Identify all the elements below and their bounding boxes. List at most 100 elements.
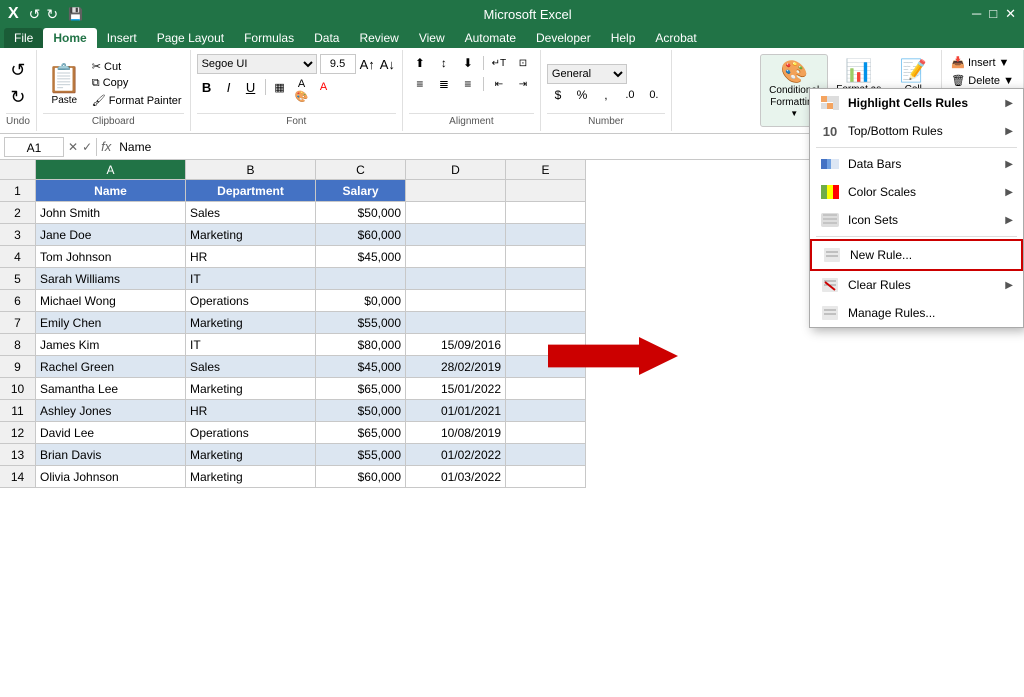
cut-btn[interactable]: ✂ Cut <box>90 59 184 74</box>
decrease-font-btn[interactable]: A↓ <box>379 56 396 73</box>
insert-cells-btn[interactable]: 📥 Insert ▼ <box>948 54 1017 71</box>
cell[interactable]: David Lee <box>36 422 186 444</box>
bold-btn[interactable]: B <box>197 77 217 97</box>
cell[interactable]: HR <box>186 400 316 422</box>
cell[interactable] <box>506 290 586 312</box>
font-name-select[interactable]: Segoe UI <box>197 54 317 74</box>
cell[interactable]: $50,000 <box>316 400 406 422</box>
cell[interactable]: 01/03/2022 <box>406 466 506 488</box>
cell[interactable]: $65,000 <box>316 378 406 400</box>
cell[interactable]: Michael Wong <box>36 290 186 312</box>
redo-btn[interactable]: ↻ <box>46 6 58 23</box>
cell[interactable] <box>506 202 586 224</box>
cell[interactable]: Operations <box>186 422 316 444</box>
cell[interactable] <box>406 268 506 290</box>
cell[interactable]: 15/09/2016 <box>406 334 506 356</box>
cell[interactable]: Sarah Williams <box>36 268 186 290</box>
cell[interactable]: Rachel Green <box>36 356 186 378</box>
cell[interactable]: Salary <box>316 180 406 202</box>
font-color-btn[interactable]: A <box>314 77 334 97</box>
formula-confirm-icon[interactable]: ✓ <box>82 140 92 154</box>
cell[interactable] <box>506 444 586 466</box>
tab-data[interactable]: Data <box>304 28 349 48</box>
tab-home[interactable]: Home <box>43 28 96 48</box>
manage-rules-item[interactable]: Manage Rules... <box>810 299 1023 327</box>
cell[interactable] <box>506 422 586 444</box>
cell[interactable] <box>506 312 586 334</box>
col-header-e[interactable]: E <box>506 160 586 180</box>
cell[interactable]: $55,000 <box>316 444 406 466</box>
tab-formulas[interactable]: Formulas <box>234 28 304 48</box>
cell[interactable] <box>506 378 586 400</box>
cell[interactable]: IT <box>186 268 316 290</box>
data-bars-item[interactable]: Data Bars ▶ <box>810 150 1023 178</box>
border-btn[interactable]: ▦ <box>270 77 290 97</box>
tab-developer[interactable]: Developer <box>526 28 601 48</box>
tab-view[interactable]: View <box>409 28 455 48</box>
currency-btn[interactable]: $ <box>547 86 569 104</box>
cell[interactable]: $60,000 <box>316 224 406 246</box>
cell[interactable]: Department <box>186 180 316 202</box>
cell[interactable] <box>506 180 586 202</box>
redo-ribbon-btn[interactable]: ↻ <box>8 85 27 110</box>
tab-review[interactable]: Review <box>349 28 408 48</box>
tab-automate[interactable]: Automate <box>455 28 526 48</box>
increase-decimal-btn[interactable]: .0 <box>619 86 641 104</box>
cell[interactable]: Marketing <box>186 312 316 334</box>
col-header-a[interactable]: A <box>36 160 186 180</box>
cell[interactable]: Samantha Lee <box>36 378 186 400</box>
cell[interactable] <box>406 180 506 202</box>
italic-btn[interactable]: I <box>219 77 239 97</box>
cell[interactable]: $50,000 <box>316 202 406 224</box>
tab-insert[interactable]: Insert <box>97 28 147 48</box>
cell[interactable]: James Kim <box>36 334 186 356</box>
tab-acrobat[interactable]: Acrobat <box>645 28 706 48</box>
save-icon[interactable]: 💾 <box>68 7 83 21</box>
cell[interactable]: 28/02/2019 <box>406 356 506 378</box>
align-bottom-btn[interactable]: ⬇ <box>457 54 479 72</box>
cell[interactable] <box>506 466 586 488</box>
cell[interactable] <box>316 268 406 290</box>
cell[interactable]: 10/08/2019 <box>406 422 506 444</box>
highlight-cells-rules-item[interactable]: Highlight Cells Rules ▶ <box>810 89 1023 117</box>
cell[interactable]: Olivia Johnson <box>36 466 186 488</box>
cell[interactable]: Jane Doe <box>36 224 186 246</box>
undo-btn[interactable]: ↺ <box>29 6 41 23</box>
undo-ribbon-btn[interactable]: ↺ <box>8 58 27 83</box>
copy-btn[interactable]: ⧉ Copy <box>90 76 184 91</box>
cell[interactable]: Operations <box>186 290 316 312</box>
cell[interactable] <box>506 224 586 246</box>
cell[interactable]: 15/01/2022 <box>406 378 506 400</box>
cell[interactable]: $45,000 <box>316 246 406 268</box>
tab-file[interactable]: File <box>4 28 43 48</box>
increase-font-btn[interactable]: A↑ <box>359 56 376 73</box>
cell[interactable]: Ashley Jones <box>36 400 186 422</box>
formula-cancel-icon[interactable]: ✕ <box>68 140 78 154</box>
cell[interactable] <box>406 246 506 268</box>
align-right-btn[interactable]: ≡ <box>457 75 479 93</box>
cell[interactable]: HR <box>186 246 316 268</box>
percent-btn[interactable]: % <box>571 86 593 104</box>
cell[interactable]: 01/02/2022 <box>406 444 506 466</box>
col-header-d[interactable]: D <box>406 160 506 180</box>
tab-help[interactable]: Help <box>601 28 646 48</box>
format-painter-btn[interactable]: 🖌 Format Painter <box>90 93 184 108</box>
cell[interactable] <box>406 290 506 312</box>
maximize-btn[interactable]: □ <box>989 6 997 22</box>
cell[interactable] <box>506 400 586 422</box>
cell[interactable]: Emily Chen <box>36 312 186 334</box>
cell[interactable]: Marketing <box>186 444 316 466</box>
font-size-input[interactable] <box>320 54 356 74</box>
color-scales-item[interactable]: Color Scales ▶ <box>810 178 1023 206</box>
cell[interactable]: Name <box>36 180 186 202</box>
merge-btn[interactable]: ⊡ <box>512 54 534 72</box>
increase-indent-btn[interactable]: ⇥ <box>512 75 534 93</box>
top-bottom-rules-item[interactable]: 10 Top/Bottom Rules ▶ <box>810 117 1023 145</box>
cell[interactable]: Marketing <box>186 378 316 400</box>
cell[interactable]: Marketing <box>186 224 316 246</box>
align-left-btn[interactable]: ≡ <box>409 75 431 93</box>
fill-color-btn[interactable]: A🎨 <box>292 77 312 97</box>
cell[interactable]: Tom Johnson <box>36 246 186 268</box>
icon-sets-item[interactable]: Icon Sets ▶ <box>810 206 1023 234</box>
comma-btn[interactable]: , <box>595 86 617 104</box>
